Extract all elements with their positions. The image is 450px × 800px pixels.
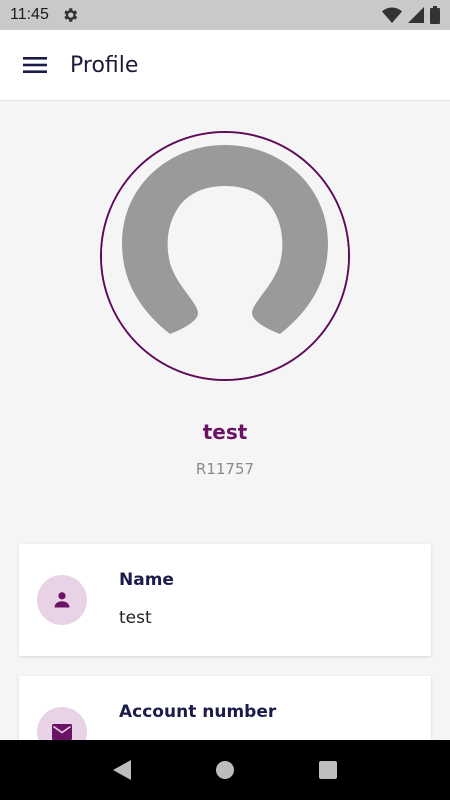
settings-gear-icon [61,6,79,24]
back-triangle-icon[interactable] [112,759,132,781]
cell-signal-icon [408,7,424,23]
profile-id: R11757 [195,460,255,478]
hamburger-menu-icon[interactable] [0,30,70,101]
default-user-silhouette-icon [102,133,348,379]
battery-icon [430,6,440,24]
system-nav-bar [0,740,450,800]
page-title: Profile [70,52,139,78]
person-icon [37,575,87,625]
app-bar: Profile [0,30,450,101]
recents-square-icon[interactable] [318,760,338,780]
status-time: 11:45 [10,6,49,23]
avatar [100,131,350,381]
name-card: Name test [19,544,431,656]
name-value: test [119,608,152,628]
wifi-icon [382,7,402,23]
account-number-label: Account number [119,702,277,722]
home-circle-icon[interactable] [215,760,235,780]
name-label: Name [119,570,174,590]
status-bar: 11:45 [0,0,450,30]
profile-name: test [202,420,248,444]
status-icons [382,6,440,24]
